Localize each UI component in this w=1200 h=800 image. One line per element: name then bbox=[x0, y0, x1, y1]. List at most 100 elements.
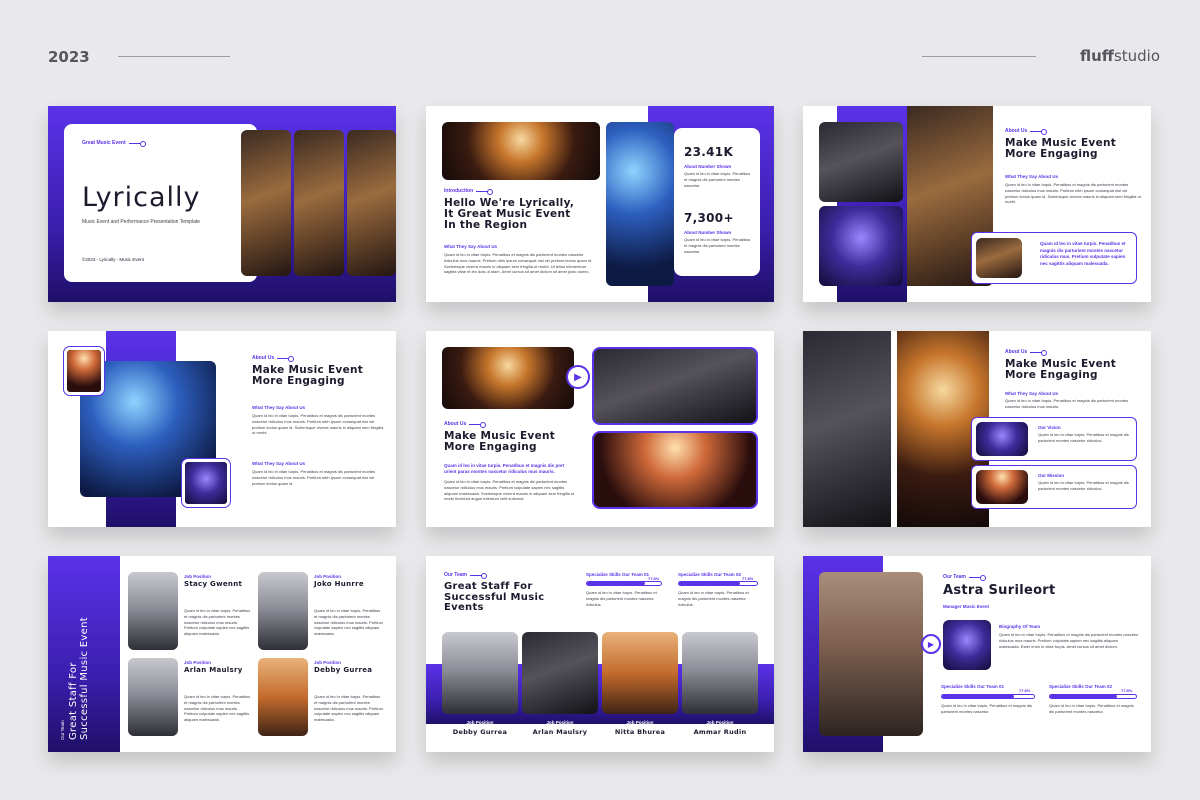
about3-stage-photo bbox=[442, 347, 574, 409]
vision-card: Our Vision Quam id leo in vitae turpis. … bbox=[971, 417, 1137, 461]
arrow-icon bbox=[1030, 128, 1048, 135]
member-text-4: Quam id leo in vitae turpis. Penatibus e… bbox=[314, 694, 383, 723]
member-position-4: Job Position bbox=[314, 660, 341, 665]
cover-card: Great Music Event Lyrically Music Event … bbox=[64, 124, 257, 282]
about2-paragraph-1: Quam id leo in vitae turpis. Penatibus e… bbox=[252, 413, 384, 436]
about2-subheading-2: What They Say About Us bbox=[252, 461, 306, 466]
profile-skill1-text: Quam id leo in vitae turpis. Penatibus e… bbox=[941, 703, 1032, 714]
team-name-2: Arlan Maulsry bbox=[532, 728, 588, 736]
profile-skill1-bar bbox=[941, 694, 1035, 699]
team-photo-1 bbox=[442, 632, 518, 714]
skill2-text: Quam id leo in vitae turpis. Penatibus e… bbox=[678, 590, 749, 607]
team-side-title: Great Staff For Successful Music Event bbox=[68, 617, 90, 740]
team-photo-4 bbox=[682, 632, 758, 714]
team-position-1: Job Position bbox=[466, 720, 494, 725]
arrow-icon bbox=[469, 421, 487, 428]
about1-title: Make Music Event More Engaging bbox=[1005, 137, 1117, 161]
slide-cover[interactable]: Great Music Event Lyrically Music Event … bbox=[48, 106, 396, 302]
intro-stage-photo bbox=[442, 122, 600, 180]
mission-card: Our Mission Quam id leo in vitae turpis.… bbox=[971, 465, 1137, 509]
team-name-4: Ammar Rudin bbox=[693, 728, 747, 736]
play-video-icon[interactable]: ▶ bbox=[921, 634, 941, 654]
team-row-title: Great Staff For Successful Music Events bbox=[444, 581, 545, 613]
member-photo-4 bbox=[258, 658, 308, 736]
slide-about-3[interactable]: ▶ About Us Make Music Event More Engaging… bbox=[426, 331, 774, 527]
play-video-icon[interactable]: ▶ bbox=[566, 365, 590, 389]
member-position-2: Job Position bbox=[314, 574, 341, 579]
profile-tag: Our Team bbox=[943, 574, 986, 581]
member-name-2: Joko Hunrre bbox=[314, 580, 364, 588]
skill2-label: Specialize Skills Our Team 02 bbox=[678, 572, 741, 577]
team-photo-3 bbox=[602, 632, 678, 714]
skill1-text: Quam id leo in vitae turpis. Penatibus e… bbox=[586, 590, 657, 607]
team-row-tag: Our Team bbox=[444, 572, 487, 579]
about1-quote-card: Quam id leo in vitae turpis. Penatibus e… bbox=[971, 232, 1137, 284]
profile-skill2-label: Specialize Skills Our Team 02 bbox=[1049, 684, 1112, 689]
vm-subheading: What They Say About Us bbox=[1005, 391, 1059, 396]
profile-skill1-label: Specialize Skills Our Team 01 bbox=[941, 684, 1004, 689]
slide-vision-mission[interactable]: About Us Make Music Event More Engaging W… bbox=[803, 331, 1151, 527]
vision-text: Quam id leo in vitae turpis. Penatibus e… bbox=[1038, 432, 1129, 443]
team-side-heading: Our Team Great Staff For Successful Music… bbox=[60, 568, 90, 740]
slide-profile[interactable]: Our Team Astra Surileort Manager Music E… bbox=[803, 556, 1151, 752]
header-divider-left bbox=[118, 56, 230, 57]
mission-title: Our Mission bbox=[1038, 473, 1065, 478]
profile-skill2-text: Quam id leo in vitae turpis. Penatibus e… bbox=[1049, 703, 1134, 714]
about1-card-photo bbox=[976, 238, 1022, 278]
profile-skill2-bar bbox=[1049, 694, 1137, 699]
member-name-1: Stacy Gwennt bbox=[184, 580, 243, 588]
vision-title: Our Vision bbox=[1038, 425, 1061, 430]
year-label: 2023 bbox=[48, 48, 90, 66]
slide-about-2[interactable]: About Us Make Music Event More Engaging W… bbox=[48, 331, 396, 527]
about1-paragraph: Quam id leo in vitae turpis. Penatibus e… bbox=[1005, 182, 1141, 205]
skill1-bar bbox=[586, 581, 662, 586]
skill2-bar bbox=[678, 581, 758, 586]
stat-text-1: Quam id leo in vitae turpis. Penatibus e… bbox=[684, 171, 751, 188]
vm-tag: About Us bbox=[1005, 349, 1048, 356]
about1-tag: About Us bbox=[1005, 128, 1048, 135]
profile-skill2-bar-fill bbox=[1050, 695, 1117, 698]
about2-thumb-bottom bbox=[181, 458, 231, 508]
about1-photo-dj bbox=[819, 122, 903, 202]
profile-name: Astra Surileort bbox=[943, 583, 1056, 598]
member-photo-1 bbox=[128, 572, 178, 650]
profile-skill1-bar-fill bbox=[942, 695, 1014, 698]
about1-subheading: What They Say About Us bbox=[1005, 174, 1059, 179]
mission-text: Quam id leo in vitae turpis. Penatibus e… bbox=[1038, 480, 1129, 491]
slide-team-grid[interactable]: Our Team Great Staff For Successful Music… bbox=[48, 556, 396, 752]
member-position-3: Job Position bbox=[184, 660, 211, 665]
header-bar: 2023 fluffstudio bbox=[0, 40, 1200, 72]
slide-about-1[interactable]: About Us Make Music Event More Engaging W… bbox=[803, 106, 1151, 302]
vm-photo-studio bbox=[803, 331, 891, 527]
cover-photo-3 bbox=[347, 130, 396, 276]
skill1-bar-fill bbox=[587, 582, 645, 585]
arrow-icon bbox=[1030, 349, 1048, 356]
slide-introduction[interactable]: Introduction Hello We're Lyrically, It Gr… bbox=[426, 106, 774, 302]
arrow-icon bbox=[476, 188, 494, 195]
vm-paragraph: Quam id leo in vitae turpis. Penatibus e… bbox=[1005, 398, 1129, 409]
intro-paragraph: Quam id leo in vitae turpis. Penatibus e… bbox=[444, 252, 593, 275]
about3-title: Make Music Event More Engaging bbox=[444, 430, 556, 454]
intro-tag: Introduction bbox=[444, 188, 494, 195]
team-position-4: Job Position bbox=[706, 720, 734, 725]
member-text-3: Quam id leo in vitae turpis. Penatibus e… bbox=[184, 694, 251, 723]
cover-title: Lyrically bbox=[82, 182, 201, 213]
stat-label-1: About Number Shown bbox=[684, 164, 732, 169]
intro-subheading: What They Say About Us bbox=[444, 244, 498, 249]
arrow-icon bbox=[968, 574, 986, 581]
about2-paragraph-2: Quam id leo in vitae turpis. Penatibus e… bbox=[252, 469, 376, 486]
profile-role: Manager Music Event bbox=[943, 604, 990, 609]
about1-photo-guitar bbox=[819, 206, 903, 286]
about3-tag: About Us bbox=[444, 421, 487, 428]
about3-band-photo bbox=[592, 347, 758, 425]
slide-team-row[interactable]: Our Team Great Staff For Successful Music… bbox=[426, 556, 774, 752]
vision-photo bbox=[976, 422, 1028, 456]
member-photo-3 bbox=[128, 658, 178, 736]
about1-card-text: Quam id leo in vitae turpis. Penatibus e… bbox=[1040, 241, 1126, 266]
about3-paragraph: Quam id leo in vitae turpis. Penatibus e… bbox=[444, 479, 575, 502]
team-photo-2 bbox=[522, 632, 598, 714]
about2-tag: About Us bbox=[252, 355, 295, 362]
stat-text-2: Quam id leo in vitae turpis. Penatibus e… bbox=[684, 237, 751, 254]
team-name-3: Nitta Bhurea bbox=[614, 728, 666, 736]
member-text-1: Quam id leo in vitae turpis. Penatibus e… bbox=[184, 608, 251, 637]
